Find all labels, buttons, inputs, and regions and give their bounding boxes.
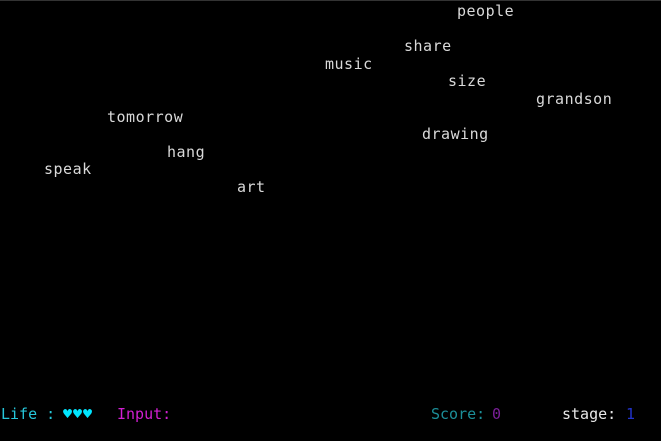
input-field[interactable]: Input: [117,405,171,423]
falling-word-drawing: drawing [422,125,489,143]
falling-word-hang: hang [167,143,206,161]
falling-word-size: size [448,72,487,90]
life-hearts-icon: ♥♥♥ [63,405,94,423]
life-label: Life : [1,405,56,423]
falling-word-people: people [457,2,515,20]
falling-word-speak: speak [44,160,92,178]
falling-word-grandson: grandson [536,90,613,108]
stage-value: 1 [626,405,636,423]
score-value: 0 [492,405,502,423]
score-label: Score: [431,405,486,423]
game-screen: people share music size grandson tomorro… [0,0,661,441]
falling-word-music: music [325,55,373,73]
falling-word-share: share [404,37,452,55]
falling-word-art: art [237,178,266,196]
stage-label: stage: [562,405,617,423]
falling-word-tomorrow: tomorrow [107,108,184,126]
